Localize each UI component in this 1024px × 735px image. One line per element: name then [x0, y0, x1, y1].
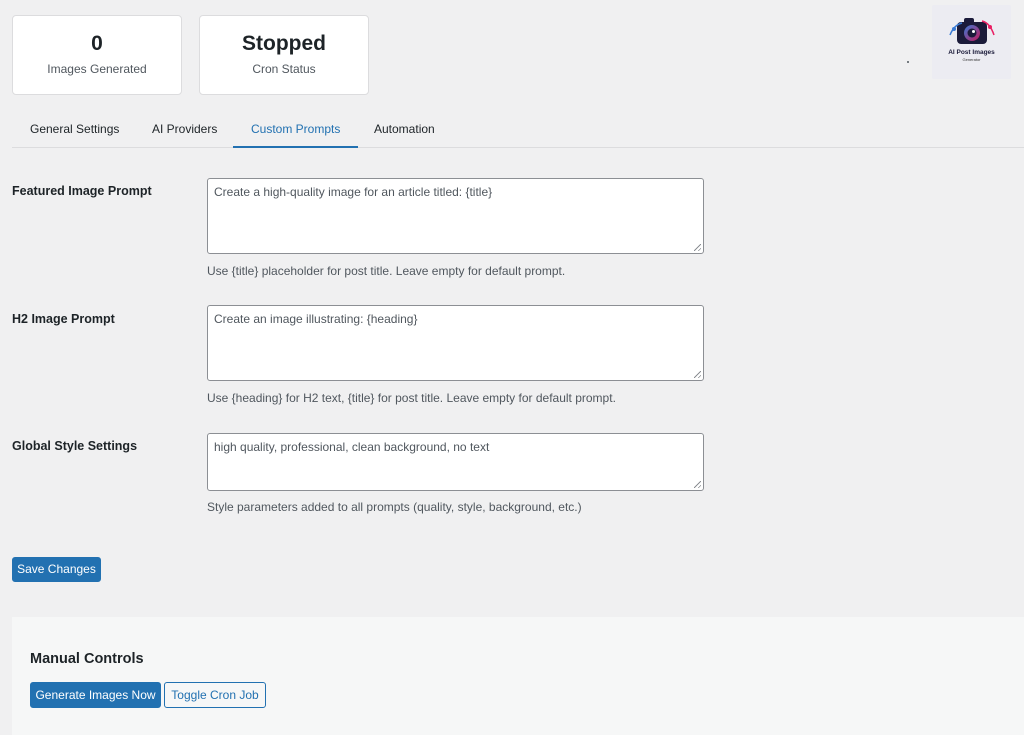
style-settings-textarea[interactable]: high quality, professional, clean backgr… [207, 433, 704, 491]
tab-ai-providers[interactable]: AI Providers [134, 110, 235, 148]
style-settings-help: Style parameters added to all prompts (q… [207, 500, 582, 514]
images-generated-card: 0 Images Generated [12, 15, 182, 95]
logo-title: AI Post Images [948, 49, 995, 56]
camera-icon [949, 18, 995, 44]
settings-tabs: General Settings AI Providers Custom Pro… [12, 110, 1024, 148]
featured-prompt-label: Featured Image Prompt [12, 184, 152, 198]
h2-prompt-textarea[interactable]: Create an image illustrating: {heading} [207, 305, 704, 381]
cron-status-value: Stopped [242, 32, 326, 55]
resize-handle-icon[interactable] [694, 244, 701, 251]
featured-prompt-textarea[interactable]: Create a high-quality image for an artic… [207, 178, 704, 254]
toggle-cron-button[interactable]: Toggle Cron Job [164, 682, 266, 708]
tab-custom-prompts[interactable]: Custom Prompts [233, 110, 359, 148]
style-settings-label: Global Style Settings [12, 439, 138, 453]
h2-prompt-value: Create an image illustrating: {heading} [214, 312, 418, 326]
manual-controls-title: Manual Controls [30, 651, 144, 667]
manual-controls-panel: Manual Controls Generate Images Now Togg… [12, 617, 1024, 735]
tab-general-settings[interactable]: General Settings [12, 110, 137, 148]
decorative-dot [907, 61, 909, 63]
featured-prompt-help: Use {title} placeholder for post title. … [207, 264, 566, 278]
resize-handle-icon[interactable] [694, 481, 701, 488]
cron-status-card: Stopped Cron Status [199, 15, 369, 95]
images-generated-count: 0 [91, 32, 103, 55]
images-generated-label: Images Generated [47, 62, 147, 76]
logo-subtitle: Generator [962, 57, 981, 62]
plugin-logo: AI Post Images Generator [932, 5, 1011, 79]
cron-status-label: Cron Status [252, 62, 316, 76]
featured-prompt-value: Create a high-quality image for an artic… [214, 185, 493, 199]
h2-prompt-help: Use {heading} for H2 text, {title} for p… [207, 391, 616, 405]
tab-automation[interactable]: Automation [356, 110, 453, 148]
save-changes-button[interactable]: Save Changes [12, 557, 101, 582]
h2-prompt-label: H2 Image Prompt [12, 312, 115, 326]
style-settings-value: high quality, professional, clean backgr… [214, 440, 490, 454]
resize-handle-icon[interactable] [694, 371, 701, 378]
generate-images-button[interactable]: Generate Images Now [30, 682, 161, 708]
